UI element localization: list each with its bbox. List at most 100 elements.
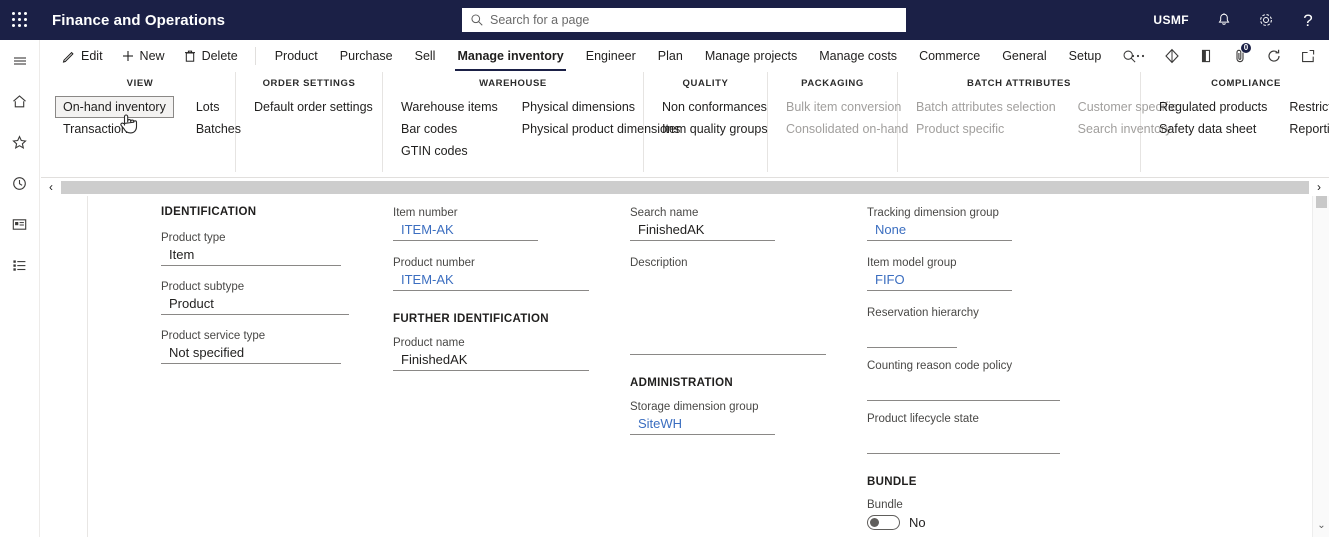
edit-button[interactable]: Edit [53, 40, 112, 72]
page-search-box[interactable]: Search for a page [462, 8, 906, 32]
group-warehouse-title: Warehouse [479, 78, 547, 89]
scroll-left-arrow[interactable]: ‹ [41, 178, 61, 196]
company-selector[interactable]: USMF [1139, 13, 1203, 27]
menu-item-gtin-codes[interactable]: GTIN codes [393, 140, 506, 162]
tab-general[interactable]: General [991, 40, 1057, 72]
attachments-badge: 0 [1241, 43, 1251, 53]
form-left-gutter [41, 196, 88, 537]
field-item-model-group-label: Item model group [867, 257, 957, 269]
edit-button-label: Edit [81, 49, 103, 63]
sidebar-item-hamburger-menu[interactable] [0, 40, 40, 81]
sidebar-item-favorites[interactable] [0, 122, 40, 163]
field-reservation-hierarchy-label: Reservation hierarchy [867, 307, 979, 319]
field-product-lifecycle-state-value[interactable] [867, 426, 1060, 454]
field-counting-reason-code-policy-value[interactable] [867, 373, 1060, 401]
share-icon [1165, 48, 1179, 64]
settings-button[interactable] [1245, 0, 1287, 40]
form-column-inventory-setup: Tracking dimension group None Item model… [867, 196, 1063, 530]
group-packaging: Packaging Bulk item conversion Consolida… [768, 72, 908, 172]
field-product-lifecycle-state: Product lifecycle state [867, 413, 1063, 454]
new-button-label: New [139, 49, 165, 63]
section-identification-heading: IDENTIFICATION [161, 206, 257, 218]
open-in-office-icon [1201, 49, 1211, 63]
tab-setup[interactable]: Setup [1058, 40, 1113, 72]
field-product-subtype-value[interactable]: Product [161, 294, 349, 315]
tab-engineer-label: Engineer [585, 49, 636, 63]
field-reservation-hierarchy: Reservation hierarchy [867, 307, 1063, 348]
field-product-service-type-value[interactable]: Not specified [161, 343, 341, 364]
tab-manage-projects[interactable]: Manage projects [694, 40, 808, 72]
field-description-label: Description [630, 257, 688, 269]
field-tracking-dimension-group-label: Tracking dimension group [867, 207, 999, 219]
menu-item-default-order-settings[interactable]: Default order settings [246, 96, 381, 118]
tab-engineer[interactable]: Engineer [575, 40, 647, 72]
bundle-toggle[interactable] [867, 515, 900, 530]
menu-item-on-hand-inventory[interactable]: On-hand inventory [55, 96, 174, 118]
group-quality: Quality Non conformances Item quality gr… [644, 72, 768, 172]
plus-icon [122, 51, 133, 61]
tab-purchase[interactable]: Purchase [329, 40, 404, 72]
field-description-value[interactable] [630, 270, 826, 355]
menu-item-regulated-products[interactable]: Regulated products [1151, 96, 1275, 118]
field-product-name-value[interactable]: FinishedAK [393, 350, 589, 371]
tab-general-label: General [1002, 49, 1047, 63]
field-product-type-label: Product type [161, 232, 226, 244]
field-product-service-type-label: Product service type [161, 330, 266, 342]
menu-item-reporting-details[interactable]: Reporting details [1281, 118, 1329, 140]
vertical-scrollbar[interactable]: ⌄ [1312, 196, 1329, 537]
tab-commerce[interactable]: Commerce [908, 40, 991, 72]
open-in-new-window-button[interactable] [1291, 40, 1325, 72]
tab-plan[interactable]: Plan [647, 40, 694, 72]
field-item-model-group-value[interactable]: FIFO [867, 270, 1012, 291]
new-button[interactable]: New [112, 40, 174, 72]
form-column-numbers: Item number ITEM-AK Product number ITEM-… [393, 196, 589, 371]
tab-product[interactable]: Product [264, 40, 329, 72]
left-navigation-rail [0, 40, 40, 537]
vertical-scroll-thumb[interactable] [1316, 196, 1327, 208]
tab-commerce-label: Commerce [919, 49, 981, 63]
field-product-number: Product number ITEM-AK [393, 257, 589, 291]
bell-icon [1218, 13, 1230, 25]
menu-item-item-quality-groups[interactable]: Item quality groups [654, 118, 776, 140]
field-tracking-dimension-group-value[interactable]: None [867, 220, 1012, 241]
menu-item-bar-codes[interactable]: Bar codes [393, 118, 506, 140]
search-icon [471, 14, 483, 26]
field-storage-dimension-group-value[interactable]: SiteWH [630, 414, 775, 435]
menu-item-product-specific: Product specific [916, 122, 1005, 136]
tab-manage-costs[interactable]: Manage costs [808, 40, 908, 72]
field-item-number-value[interactable]: ITEM-AK [393, 220, 538, 241]
overflow-ellipsis-icon [1131, 54, 1145, 58]
notifications-button[interactable] [1203, 0, 1245, 40]
sidebar-item-workspaces[interactable] [0, 204, 40, 245]
attachments-button[interactable]: 0 [1223, 40, 1257, 72]
share-button[interactable] [1155, 40, 1189, 72]
delete-button[interactable]: Delete [174, 40, 247, 72]
app-launcher-button[interactable] [0, 0, 40, 40]
horizontal-scroll-track[interactable] [61, 180, 1309, 194]
scroll-down-arrow[interactable]: ⌄ [1313, 517, 1329, 533]
menu-item-restricted-products[interactable]: Restricted products [1281, 96, 1329, 118]
menu-item-warehouse-items[interactable]: Warehouse items [393, 96, 506, 118]
field-search-name-value[interactable]: FinishedAK [630, 220, 775, 241]
refresh-button[interactable] [1257, 40, 1291, 72]
help-button[interactable]: ? [1287, 0, 1329, 40]
menu-item-transactions[interactable]: Transactions [55, 118, 174, 140]
tab-manage-inventory[interactable]: Manage inventory [446, 40, 574, 72]
sidebar-item-recent[interactable] [0, 163, 40, 204]
tab-sell[interactable]: Sell [404, 40, 447, 72]
field-item-number: Item number ITEM-AK [393, 207, 589, 241]
tab-setup-label: Setup [1068, 49, 1102, 63]
menu-item-safety-data-sheet[interactable]: Safety data sheet [1151, 118, 1275, 140]
horizontal-scrollbar[interactable]: ‹ › [41, 178, 1329, 196]
menu-item-non-conformances[interactable]: Non conformances [654, 96, 776, 118]
field-product-number-value[interactable]: ITEM-AK [393, 270, 589, 291]
field-product-name-label: Product name [393, 337, 465, 349]
open-in-office-button[interactable] [1189, 40, 1223, 72]
field-reservation-hierarchy-value[interactable] [867, 320, 957, 348]
scroll-right-arrow[interactable]: › [1309, 178, 1329, 196]
overflow-ellipsis-button[interactable] [1121, 40, 1155, 72]
sidebar-item-home[interactable] [0, 81, 40, 122]
sidebar-item-modules[interactable] [0, 245, 40, 286]
field-product-type-value[interactable]: Item [161, 245, 341, 266]
field-product-name: Product name FinishedAK [393, 337, 589, 371]
